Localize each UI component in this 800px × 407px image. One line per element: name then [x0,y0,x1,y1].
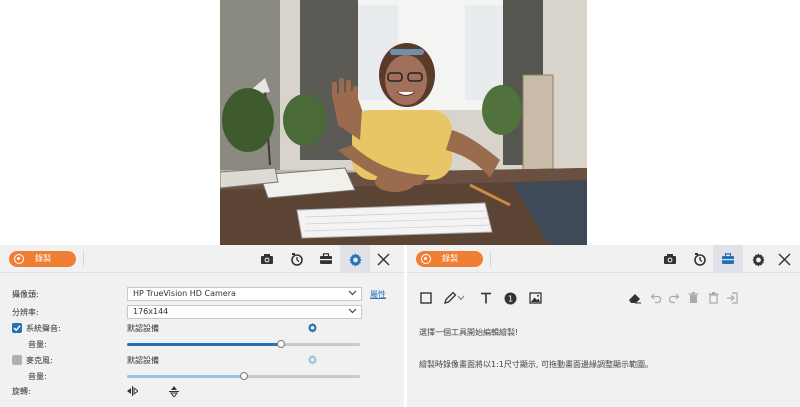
image-tool-icon[interactable] [526,289,544,307]
system-sound-checkbox[interactable] [12,323,22,333]
microphone-volume-handle[interactable] [239,372,248,380]
microphone-label: 麥克風: [26,356,53,365]
resolution-select[interactable]: 176x144 [127,305,362,319]
record-icon [14,254,24,264]
timer-icon[interactable] [286,249,308,269]
settings-gear-icon[interactable] [340,245,370,273]
delete-trash-icon[interactable] [684,289,702,307]
toolbox-icon[interactable] [315,249,337,269]
checkmark-icon [13,325,21,332]
camera-properties-link[interactable]: 屬性 [370,289,386,300]
system-sound-settings-icon[interactable] [307,322,318,333]
microphone-device: 默認設備 [127,356,159,365]
system-volume-label: 音量: [28,340,47,349]
drawing-hint-text: 選擇一個工具開始編輯繪製! [419,328,519,337]
toolbar-separator [490,251,491,267]
drawing-toolbar: 1 [407,289,800,309]
camera-select-value: HP TrueVision HD Camera [133,289,236,298]
chevron-down-icon [348,308,357,314]
timer-icon[interactable] [689,249,711,269]
rectangle-tool-icon[interactable] [417,289,435,307]
right-toolbar: 錄製 [407,245,800,273]
resolution-row: 分辨率: 176x144 [0,305,404,321]
microphone-settings-icon[interactable] [307,354,318,365]
toolbar-separator [83,251,84,267]
rotate-label: 旋轉: [12,387,31,396]
record-icon [421,254,431,264]
rotate-row: 旋轉: [0,384,404,400]
svg-text:1: 1 [507,294,512,303]
system-volume-row: 音量: [0,337,404,353]
pen-options-chevron-icon[interactable] [455,289,467,307]
system-volume-handle[interactable] [276,340,285,348]
camera-row: 攝像頭: HP TrueVision HD Camera 屬性 [0,287,404,303]
undo-icon[interactable] [647,289,665,307]
toolbox-icon[interactable] [713,245,743,273]
microphone-checkbox[interactable] [12,355,22,365]
record-label: 錄製 [442,254,458,263]
system-sound-label: 系統聲音: [26,324,61,333]
system-sound-row: 系統聲音: 默認設備 [0,321,404,337]
webcam-image [220,0,587,245]
microphone-volume-fill [127,375,244,378]
webcam-settings-panel: 錄製 攝像頭: HP TrueVision HD Camera 屬性 分辨率: [0,245,404,407]
system-volume-fill [127,343,281,346]
flip-vertical-icon[interactable] [169,386,179,397]
drawing-panel: 錄製 1 選擇一個工具開始編輯繪製! 繪製時錄像畫面將以1:1尺寸顯示, 可拖動… [407,245,800,407]
microphone-volume-label: 音量: [28,372,47,381]
system-volume-slider[interactable] [127,340,360,348]
record-button[interactable]: 錄製 [416,251,483,267]
redo-icon[interactable] [665,289,683,307]
settings-gear-icon[interactable] [747,249,769,269]
exit-drawing-icon[interactable] [723,289,741,307]
chevron-down-icon [348,290,357,296]
webcam-preview [220,0,587,245]
camera-select[interactable]: HP TrueVision HD Camera [127,287,362,301]
microphone-row: 麥克風: 默認設備 [0,353,404,369]
microphone-volume-row: 音量: [0,369,404,385]
close-icon[interactable] [372,249,394,269]
resolution-select-value: 176x144 [133,307,169,316]
camera-label: 攝像頭: [12,290,39,299]
snapshot-camera-icon[interactable] [659,249,681,269]
system-sound-device: 默認設備 [127,324,159,333]
step-number-tool-icon[interactable]: 1 [501,289,519,307]
clear-all-trash-icon[interactable] [704,289,722,307]
flip-horizontal-icon[interactable] [127,386,138,396]
snapshot-camera-icon[interactable] [256,249,278,269]
resolution-label: 分辨率: [12,308,39,317]
left-toolbar: 錄製 [0,245,404,273]
drawing-scale-hint-text: 繪製時錄像畫面將以1:1尺寸顯示, 可拖動畫面邊緣調整顯示範圍。 [419,360,653,369]
eraser-icon[interactable] [626,289,644,307]
record-button[interactable]: 錄製 [9,251,76,267]
record-label: 錄製 [35,254,51,263]
text-tool-icon[interactable] [477,289,495,307]
microphone-volume-slider[interactable] [127,372,360,380]
close-icon[interactable] [773,249,795,269]
